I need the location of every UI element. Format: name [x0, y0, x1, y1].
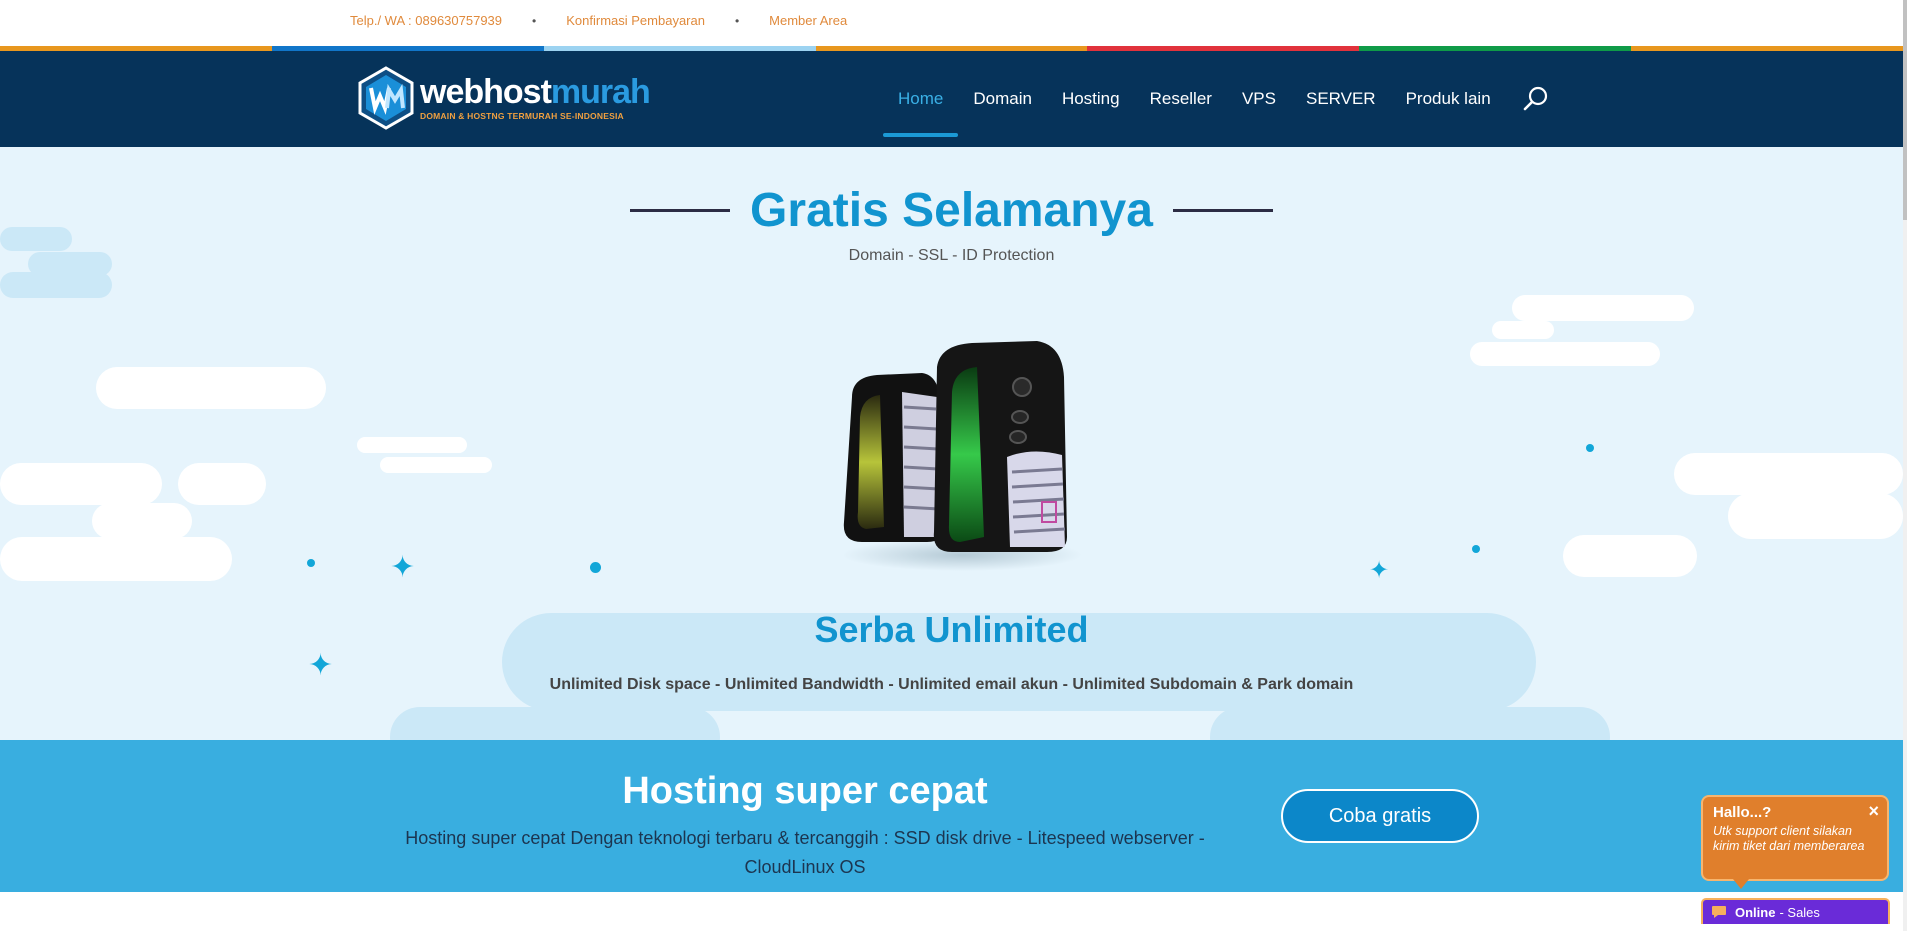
- chat-popup-text: Utk support client silakan kirim tiket d…: [1713, 824, 1865, 853]
- cloud-shape: [1728, 493, 1903, 539]
- sparkle-icon: ✦: [390, 551, 416, 584]
- hero-title-row: Gratis Selamanya: [0, 183, 1903, 238]
- logo-tagline: DOMAIN & HOSTNG TERMURAH SE-INDONESIA: [420, 111, 624, 121]
- band-desc-line2: CloudLinux OS: [744, 857, 866, 877]
- nav-item-server[interactable]: SERVER: [1291, 51, 1391, 147]
- server-illustration: [842, 341, 1082, 571]
- main-menu: Home Domain Hosting Reseller VPS SERVER Produk…: [883, 51, 1506, 147]
- logo-word-blue: murah: [550, 73, 651, 111]
- cloud-shape: [0, 537, 232, 581]
- member-area-link[interactable]: Member Area: [769, 13, 847, 28]
- search-icon[interactable]: [1522, 85, 1550, 113]
- separator-dot: •: [532, 13, 537, 28]
- logo-wordmark: webhostmurah: [420, 73, 651, 111]
- chat-status: Online: [1735, 904, 1776, 920]
- band-desc-line1: Hosting super cepat Dengan teknologi ter…: [405, 828, 1205, 848]
- main-navbar: webhostmurah DOMAIN & HOSTNG TERMURAH SE…: [0, 51, 1903, 147]
- try-free-button[interactable]: Coba gratis: [1281, 789, 1479, 843]
- unlimited-title: Serba Unlimited: [814, 609, 1089, 650]
- cloud-shape: [0, 272, 112, 298]
- decor-dot: [1472, 545, 1480, 553]
- cloud-shape: [1674, 453, 1903, 495]
- logo-text: webhostmurah DOMAIN & HOSTNG TERMURAH SE…: [420, 73, 651, 121]
- hero-section: ✦ ✦ ✦ ✦ Gratis Selamanya Domain - SSL - …: [0, 147, 1903, 740]
- cloud-shape: [1470, 342, 1660, 366]
- cloud-shape: [357, 437, 467, 453]
- fast-hosting-band: Hosting super cepat Hosting super cepat …: [0, 740, 1903, 892]
- cloud-shape: [1512, 295, 1694, 321]
- band-title: Hosting super cepat: [622, 770, 988, 812]
- top-info-links: Telp./ WA : 089630757939 • Konfirmasi Pe…: [350, 13, 847, 28]
- cloud-shape: [1563, 535, 1697, 577]
- logo-word-white: webhost: [420, 73, 552, 111]
- nav-item-hosting[interactable]: Hosting: [1047, 51, 1135, 147]
- cloud-shape: [92, 503, 192, 539]
- nav-item-vps[interactable]: VPS: [1227, 51, 1291, 147]
- nav-item-home[interactable]: Home: [883, 51, 959, 147]
- nav-item-domain[interactable]: Domain: [958, 51, 1047, 147]
- cloud-shape: [96, 367, 326, 409]
- cloud-shape: [178, 463, 266, 505]
- top-info-bar: Telp./ WA : 089630757939 • Konfirmasi Pe…: [0, 0, 1903, 46]
- close-icon[interactable]: ×: [1868, 801, 1879, 822]
- chat-bubble-icon: [1712, 906, 1726, 918]
- hero-title: Gratis Selamanya: [750, 184, 1153, 237]
- nav-item-reseller[interactable]: Reseller: [1135, 51, 1227, 147]
- chat-popup[interactable]: Hallo...? Utk support client silakan kir…: [1701, 795, 1889, 889]
- logo-mark-icon: [358, 66, 414, 130]
- decor-dot: [307, 559, 315, 567]
- nav-item-produk-lain[interactable]: Produk lain: [1391, 51, 1506, 147]
- cloud-shape: [390, 707, 720, 740]
- site-logo[interactable]: webhostmurah DOMAIN & HOSTNG TERMURAH SE…: [354, 63, 654, 133]
- confirm-payment-link[interactable]: Konfirmasi Pembayaran: [566, 13, 705, 28]
- chat-status-bar[interactable]: Online - Sales: [1701, 898, 1890, 924]
- phone-link[interactable]: Telp./ WA : 089630757939: [350, 13, 502, 28]
- unlimited-features: Unlimited Disk space - Unlimited Bandwid…: [549, 676, 1354, 693]
- separator-dot: •: [734, 13, 740, 28]
- cloud-shape: [1492, 321, 1554, 339]
- decor-dot: [1586, 444, 1594, 452]
- cloud-shape: [0, 463, 162, 505]
- chat-popup-title: Hallo...?: [1713, 804, 1772, 821]
- title-rule-right: [1172, 209, 1273, 212]
- hero-subtitle: Domain - SSL - ID Protection: [848, 247, 1055, 264]
- cloud-shape: [380, 457, 492, 473]
- scrollbar-thumb[interactable]: [1903, 0, 1907, 220]
- title-rule-left: [630, 209, 731, 212]
- cloud-shape: [1210, 707, 1610, 740]
- band-description: Hosting super cepat Dengan teknologi ter…: [380, 824, 1230, 882]
- chat-department: - Sales: [1779, 904, 1820, 920]
- sparkle-icon: ✦: [1369, 557, 1390, 584]
- decor-dot: [590, 562, 601, 573]
- next-section: [0, 892, 1903, 931]
